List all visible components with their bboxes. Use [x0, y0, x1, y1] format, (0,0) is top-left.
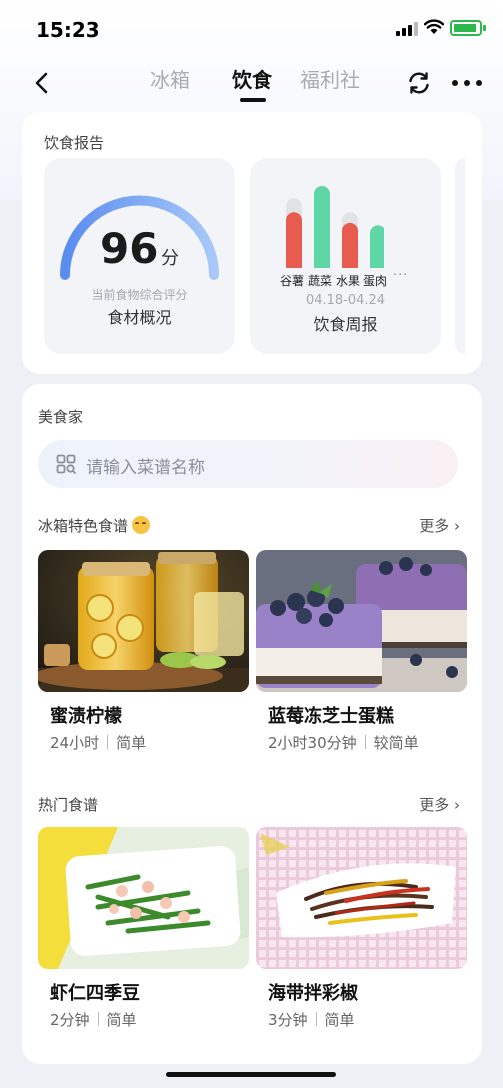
active-tab-indicator: [240, 98, 266, 102]
grid-search-icon: [56, 454, 76, 474]
recipe-image-blueberry-cheesecake[interactable]: [256, 550, 467, 692]
gourmet-card: 美食家 请输入菜谱名称 冰箱特色食谱 更多 › 蜜渍柠檬 24小时 简单 蓝莓冻…: [22, 384, 482, 1064]
battery-icon: [450, 20, 486, 36]
score-unit: 分: [161, 248, 179, 269]
category-label: 谷薯: [280, 274, 305, 288]
refresh-icon[interactable]: [406, 70, 432, 96]
recipe-name: 蓝莓冻芝士蛋糕: [268, 706, 394, 727]
week-date-range: 04.18-04.24: [305, 293, 386, 308]
weekly-report-label: 饮食周报: [313, 315, 378, 334]
score-subtitle: 当前食物综合评分: [91, 288, 188, 302]
popular-more-link[interactable]: 更多 ›: [419, 794, 460, 815]
diet-report-title: 饮食报告: [44, 134, 105, 152]
featured-recipes-title: 冰箱特色食谱: [38, 515, 151, 536]
recipe-meta: 24小时 简单: [50, 734, 147, 752]
recipe-meta: 2分钟 简单: [50, 1011, 137, 1029]
recipe-search-input[interactable]: 请输入菜谱名称: [38, 440, 458, 488]
home-indicator[interactable]: [166, 1072, 336, 1077]
status-time: 15:23: [36, 18, 100, 42]
wifi-icon: [424, 19, 444, 34]
recipe-meta: 2小时30分钟 较简单: [268, 734, 419, 752]
weekly-report-tile[interactable]: 谷薯 蔬菜 水果 蛋肉 ··· 04.18-04.24 饮食周报: [250, 158, 441, 354]
diet-report-card: 饮食报告 96 分 当前食物综合评分 食材概况 谷薯 蔬菜 水果 蛋肉 ··· …: [22, 112, 482, 374]
recipe-meta: 3分钟 简单: [268, 1011, 355, 1029]
score-value: 96: [100, 224, 159, 273]
bar-base-蛋肉: [370, 260, 384, 268]
search-placeholder: 请输入菜谱名称: [86, 458, 205, 478]
category-label: 蔬菜: [308, 274, 333, 288]
bar-蔬菜: [314, 186, 330, 268]
tab-fridge[interactable]: 冰箱: [150, 64, 190, 93]
recipe-image-kelp-pepper[interactable]: [256, 827, 467, 969]
signal-icon: [396, 22, 418, 36]
back-icon[interactable]: [28, 68, 58, 98]
bar-base-谷薯: [286, 260, 302, 268]
ingredient-overview-label: 食材概况: [107, 308, 172, 327]
category-label: 蛋肉: [363, 274, 388, 288]
weekly-bar-chart: [286, 186, 384, 268]
recipe-card-kelp-pepper[interactable]: 海带拌彩椒 3分钟 简单: [256, 827, 467, 1037]
tab-diet[interactable]: 饮食: [232, 64, 272, 93]
featured-more-link[interactable]: 更多 ›: [419, 515, 460, 536]
smile-emoji-icon: [132, 516, 151, 534]
top-nav: 冰箱 饮食 福利社: [0, 58, 503, 110]
bar-base-水果: [342, 260, 358, 268]
more-options-icon[interactable]: [452, 70, 482, 96]
next-tile-peek[interactable]: [455, 158, 465, 354]
category-label: 水果: [336, 274, 361, 288]
recipe-name: 虾仁四季豆: [50, 983, 140, 1004]
tab-welfare[interactable]: 福利社: [300, 64, 360, 93]
ingredient-score-tile[interactable]: 96 分 当前食物综合评分 食材概况: [44, 158, 235, 354]
recipe-image-shrimp-green-beans[interactable]: [38, 827, 249, 969]
gourmet-title: 美食家: [38, 408, 84, 426]
recipe-card-honey-lemon[interactable]: 蜜渍柠檬 24小时 简单: [38, 550, 249, 760]
recipe-name: 蜜渍柠檬: [50, 706, 122, 727]
status-bar: 15:23: [0, 0, 503, 58]
category-more-icon: ···: [393, 268, 409, 283]
bar-base-蔬菜: [314, 260, 330, 268]
recipe-image-honey-lemon[interactable]: [38, 550, 249, 692]
bar-谷薯: [286, 212, 302, 268]
recipe-name: 海带拌彩椒: [268, 983, 358, 1004]
popular-recipes-title: 热门食谱: [38, 796, 99, 814]
recipe-card-blueberry-cheesecake[interactable]: 蓝莓冻芝士蛋糕 2小时30分钟 较简单: [256, 550, 467, 760]
recipe-card-shrimp-green-beans[interactable]: 虾仁四季豆 2分钟 简单: [38, 827, 249, 1037]
